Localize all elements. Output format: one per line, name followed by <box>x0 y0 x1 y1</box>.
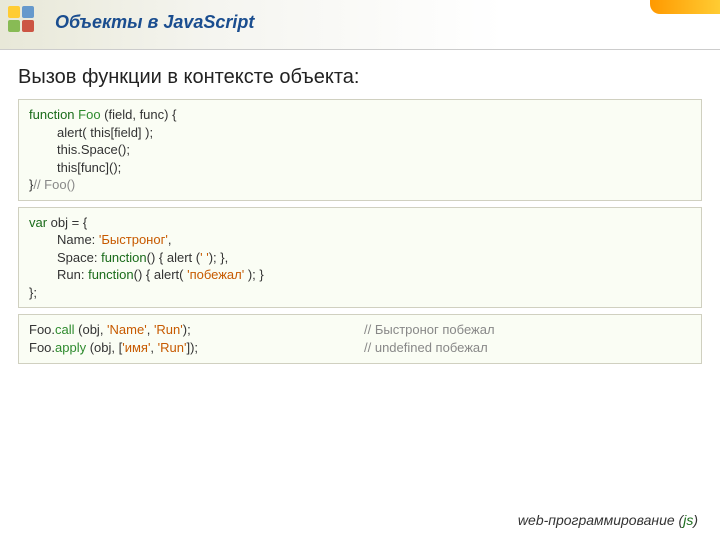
slide-title: Объекты в JavaScript <box>55 12 254 33</box>
comment: // Быстроног побежал <box>364 321 691 339</box>
code-block-call: Foo.call (obj, 'Name', 'Run'); // Быстро… <box>18 314 702 363</box>
code-block-object: var obj = { Name: 'Быстроног', Space: fu… <box>18 207 702 309</box>
keyword: function <box>29 107 75 122</box>
code-text: Run: <box>57 267 88 282</box>
comment: // Foo() <box>33 177 75 192</box>
keyword: var <box>29 215 47 230</box>
code-text: Foo. <box>29 322 55 337</box>
code-text: (obj, [ <box>86 340 122 355</box>
code-text: ); } <box>244 267 264 282</box>
code-text: obj = { <box>47 215 87 230</box>
string: 'Run' <box>158 340 187 355</box>
string: 'Name' <box>107 322 147 337</box>
string: 'имя' <box>122 340 150 355</box>
code-text: () { alert ( <box>147 250 200 265</box>
header-accent <box>650 0 720 14</box>
code-text: Name: <box>57 232 99 247</box>
slide-header: Объекты в JavaScript <box>0 0 720 50</box>
code-text: this[func](); <box>29 159 121 177</box>
code-text: , <box>168 232 172 247</box>
method: call <box>55 322 75 337</box>
keyword: function <box>101 250 147 265</box>
code-text: }; <box>29 285 37 300</box>
code-text: (field, func) { <box>104 107 176 122</box>
string: 'Быстроног' <box>99 232 168 247</box>
code-text: , <box>147 322 154 337</box>
string: 'Run' <box>154 322 183 337</box>
footer-js: js <box>683 512 693 528</box>
code-text: () { alert( <box>134 267 187 282</box>
keyword: function <box>88 267 134 282</box>
code-text: , <box>150 340 157 355</box>
footer-text: web-программирование <box>518 512 679 528</box>
code-text: ]); <box>186 340 198 355</box>
string: 'побежал' <box>187 267 244 282</box>
code-text: (obj, <box>75 322 108 337</box>
method: apply <box>55 340 86 355</box>
slide-footer: web-программирование (js) <box>518 512 698 528</box>
func-name: Foo <box>75 107 105 122</box>
string: ' ' <box>200 250 209 265</box>
section-heading: Вызов функции в контексте объекта: <box>18 66 720 89</box>
code-text: Space: <box>57 250 101 265</box>
comment: // undefined побежал <box>364 339 691 357</box>
code-text: ); }, <box>209 250 229 265</box>
code-text: Foo. <box>29 340 55 355</box>
paren: ) <box>693 512 698 528</box>
code-text: alert( this[field] ); <box>29 124 153 142</box>
logo-icon <box>8 6 48 38</box>
code-text: this.Space(); <box>29 141 130 159</box>
code-block-function: function Foo (field, func) { alert( this… <box>18 99 702 201</box>
code-text: ); <box>183 322 191 337</box>
